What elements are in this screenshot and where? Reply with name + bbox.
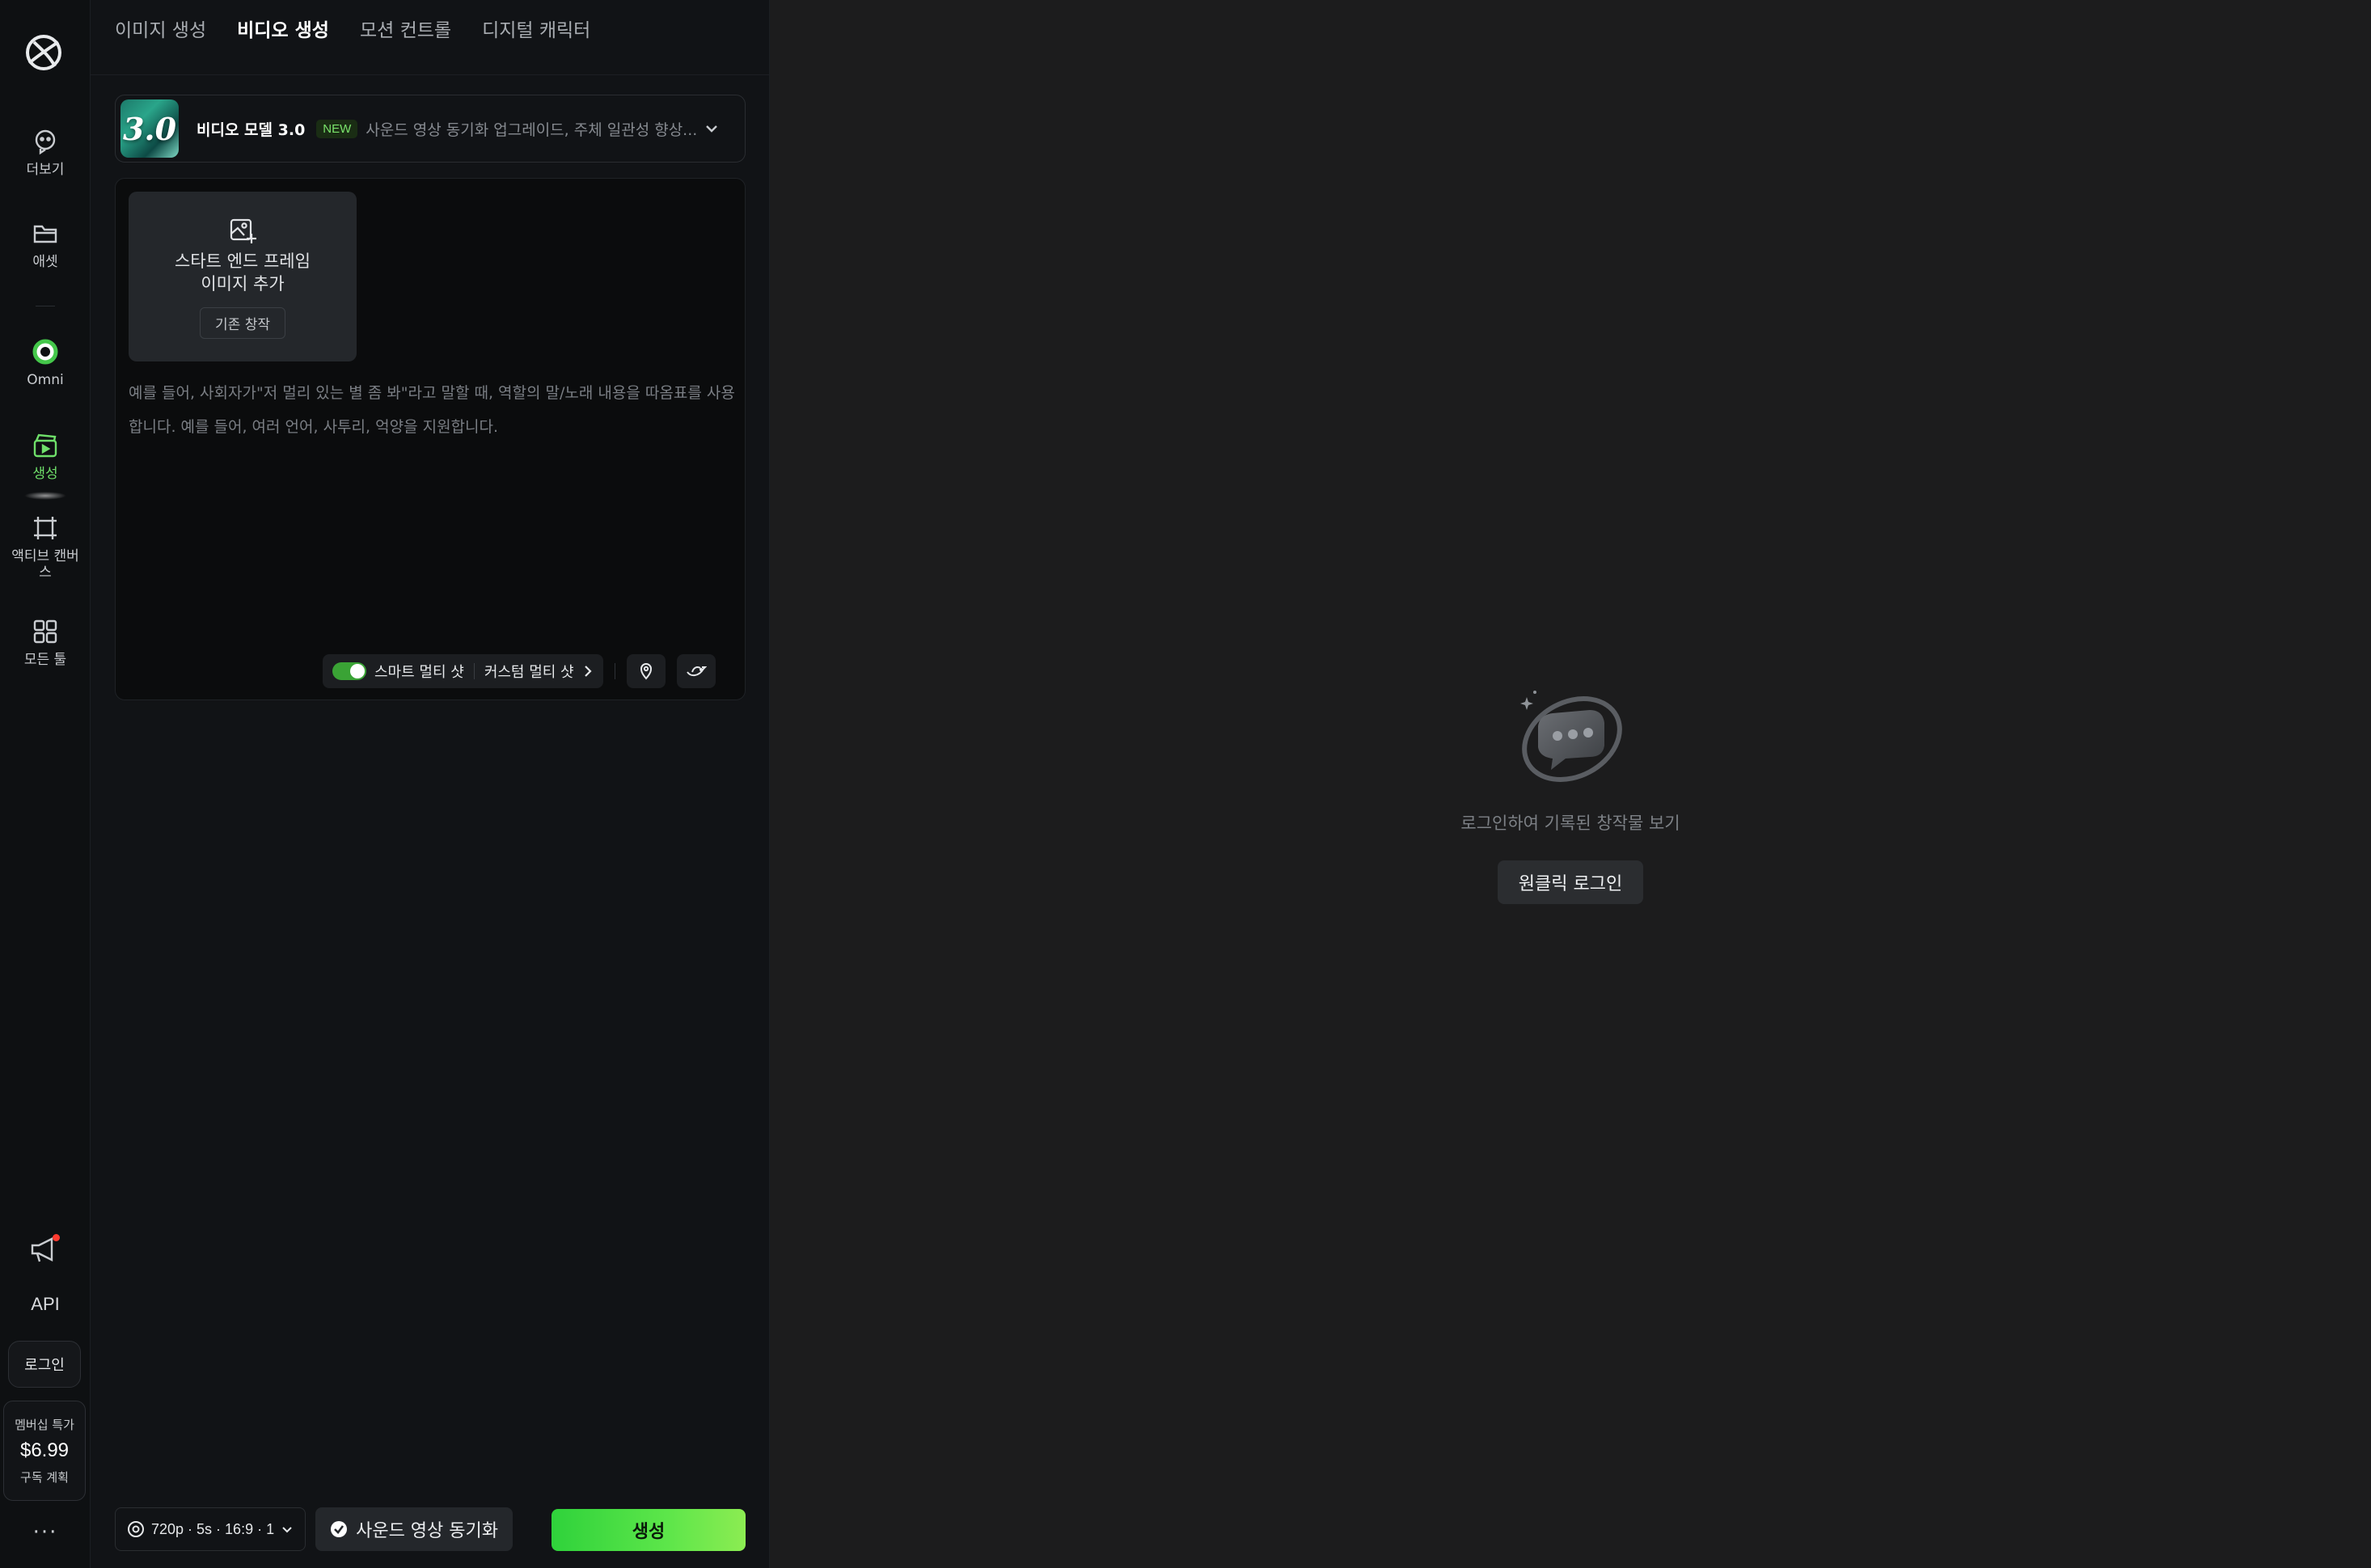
promo-title: 멤버십 특가: [15, 1418, 74, 1432]
frame-card-label: 스타트 엔드 프레임 이미지 추가: [175, 251, 311, 294]
chevron-down-icon: [282, 1527, 292, 1533]
prompt-tools: 스마트 멀티 샷 커스텀 멀티 샷: [323, 654, 716, 688]
sound-sync-label: 사운드 영상 동기화: [356, 1521, 499, 1541]
sidebar-item-all-tools[interactable]: 모든 툴: [0, 618, 91, 668]
style-button[interactable]: [676, 654, 716, 688]
add-image-icon: [230, 218, 256, 243]
chevron-right-icon: [584, 666, 592, 677]
smart-multishot-toggle[interactable]: [332, 662, 366, 680]
generation-settings-bar: 720p · 5s · 16:9 · 1 사운드 영상 동기화: [115, 1507, 514, 1551]
prompt-input[interactable]: 예를 들어, 사회자가"저 멀리 있는 별 좀 봐"라고 말할 때, 역할의 말…: [129, 376, 737, 444]
multishot-control: 스마트 멀티 샷 커스텀 멀티 샷: [323, 654, 603, 688]
check-circle-icon: [331, 1521, 348, 1537]
location-pin-icon: [640, 663, 652, 680]
model-selector[interactable]: 3.0 비디오 모델 3.0 NEW 사운드 영상 동기화 업그레이드, 주체 …: [115, 95, 746, 163]
sound-sync-toggle[interactable]: 사운드 영상 동기화: [315, 1507, 514, 1551]
ai-bot-icon: [35, 129, 56, 155]
add-start-end-frame-button[interactable]: 스타트 엔드 프레임 이미지 추가 기존 창작: [129, 192, 357, 361]
location-button[interactable]: [626, 654, 666, 688]
sidebar-item-label: 액티브 캔버스: [11, 548, 79, 581]
sidebar-item-label: 생성: [32, 466, 58, 482]
empty-state-text: 로그인하여 기록된 창작물 보기: [1460, 814, 1680, 833]
settings-icon: [128, 1521, 144, 1537]
custom-multishot-button[interactable]: 커스텀 멀티 샷: [484, 661, 574, 682]
output-settings-dropdown[interactable]: 720p · 5s · 16:9 · 1: [115, 1507, 306, 1551]
app-logo-icon[interactable]: [23, 31, 65, 74]
results-canvas: 로그인하여 기록된 창작물 보기 원클릭 로그인: [770, 0, 2371, 1568]
divider: [91, 74, 770, 75]
sidebar-item-label: 더보기: [26, 162, 65, 178]
api-link[interactable]: API: [0, 1294, 91, 1315]
new-badge: NEW: [316, 119, 358, 138]
tab-video-generation[interactable]: 비디오 생성: [237, 15, 329, 42]
history-creation-button[interactable]: 기존 창작: [200, 306, 285, 339]
model-thumbnail: 3.0: [120, 99, 179, 158]
mode-tabs: 이미지 생성 비디오 생성 모션 컨트롤 디지털 캐릭터: [115, 15, 590, 42]
generation-panel: 이미지 생성 비디오 생성 모션 컨트롤 디지털 캐릭터 3.0 비디오 모델 …: [91, 0, 770, 1568]
output-settings-value: 720p · 5s · 16:9 · 1: [151, 1520, 275, 1537]
active-indicator: [24, 492, 66, 501]
omni-ring-icon: [32, 339, 58, 365]
tab-motion-control[interactable]: 모션 컨트롤: [360, 15, 451, 42]
announcement-button[interactable]: [29, 1234, 61, 1265]
chevron-down-icon: [706, 125, 717, 133]
tab-image-generation[interactable]: 이미지 생성: [115, 15, 206, 42]
left-rail: 더보기 애셋 Omni 생성 액티브 캔버스 모든 툴 API 로그인 멤버십 …: [0, 0, 91, 1568]
sidebar-item-active-canvas[interactable]: 액티브 캔버스: [0, 514, 91, 581]
sidebar-item-more[interactable]: 더보기: [0, 128, 91, 178]
model-description: 사운드 영상 동기화 업그레이드, 주체 일관성 향상...: [366, 120, 698, 139]
sidebar-item-omni[interactable]: Omni: [0, 338, 91, 388]
video-create-icon: [33, 433, 57, 458]
login-button[interactable]: 로그인: [8, 1341, 81, 1388]
sidebar-item-create[interactable]: 생성: [0, 432, 91, 501]
notification-dot: [53, 1234, 60, 1241]
grid-icon: [33, 619, 57, 644]
sidebar-item-label: 모든 툴: [23, 652, 67, 668]
promo-price: $6.99: [19, 1439, 70, 1461]
generate-button[interactable]: 생성: [552, 1509, 746, 1551]
divider: [473, 663, 475, 679]
empty-chat-planet-icon: [1520, 691, 1622, 782]
model-name: 비디오 모델 3.0: [197, 120, 306, 139]
membership-promo[interactable]: 멤버십 특가 $6.99 구독 계획: [3, 1401, 86, 1501]
canvas-frame-icon: [34, 517, 57, 539]
folder-icon: [33, 225, 57, 243]
sidebar-item-label: 애셋: [32, 254, 58, 270]
prompt-box: 스타트 엔드 프레임 이미지 추가 기존 창작 예를 들어, 사회자가"저 멀리…: [115, 178, 746, 700]
promo-subtitle: 구독 계획: [20, 1470, 69, 1485]
sidebar-item-label: Omni: [27, 372, 64, 388]
more-menu-button[interactable]: ···: [0, 1520, 91, 1545]
sidebar-item-assets[interactable]: 애셋: [0, 220, 91, 270]
one-click-login-button[interactable]: 원클릭 로그인: [1498, 860, 1643, 904]
bird-icon: [686, 666, 707, 677]
tab-digital-character[interactable]: 디지털 캐릭터: [482, 15, 590, 42]
smart-multishot-label[interactable]: 스마트 멀티 샷: [374, 661, 464, 682]
